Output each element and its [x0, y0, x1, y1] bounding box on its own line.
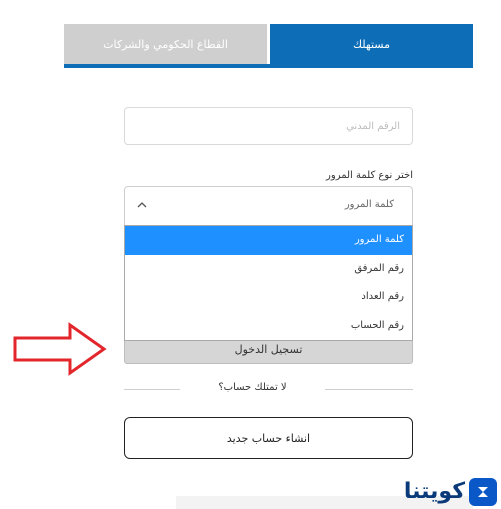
password-type-label: اختر نوع كلمة المرور: [326, 170, 413, 181]
dropdown-option-password[interactable]: كلمة المرور: [125, 226, 412, 255]
page-background-right: [473, 0, 501, 509]
divider-left: [124, 389, 180, 390]
brand-logo: كويتنا: [383, 474, 501, 509]
dropdown-option-meter-number[interactable]: رقم العداد: [125, 283, 412, 312]
create-account-button[interactable]: انشاء حساب جديد: [124, 417, 413, 459]
dropdown-option-facility-number[interactable]: رقم المرفق: [125, 255, 412, 284]
chevron-up-icon: [137, 198, 147, 212]
tab-consumer[interactable]: مستهلك: [270, 24, 473, 64]
logo-mark-icon: [469, 477, 497, 506]
divider-right: [325, 389, 413, 390]
red-arrow-icon: [13, 322, 107, 376]
password-type-select[interactable]: كلمة المرور: [124, 186, 413, 226]
password-type-dropdown: كلمة المرور رقم المرفق رقم العداد رقم ال…: [124, 225, 413, 341]
dropdown-option-account-number[interactable]: رقم الحساب: [125, 312, 412, 341]
select-current-value: كلمة المرور: [344, 199, 394, 210]
no-account-text: لا تمتلك حساب؟: [218, 382, 287, 393]
account-type-tabs: القطاع الحكومي والشركات مستهلك: [64, 24, 473, 68]
tab-underline: [64, 64, 473, 68]
civil-id-input[interactable]: [124, 107, 413, 145]
logo-text: كويتنا: [403, 479, 465, 504]
page-background-left: [0, 0, 64, 509]
tab-government-companies[interactable]: القطاع الحكومي والشركات: [64, 24, 267, 64]
